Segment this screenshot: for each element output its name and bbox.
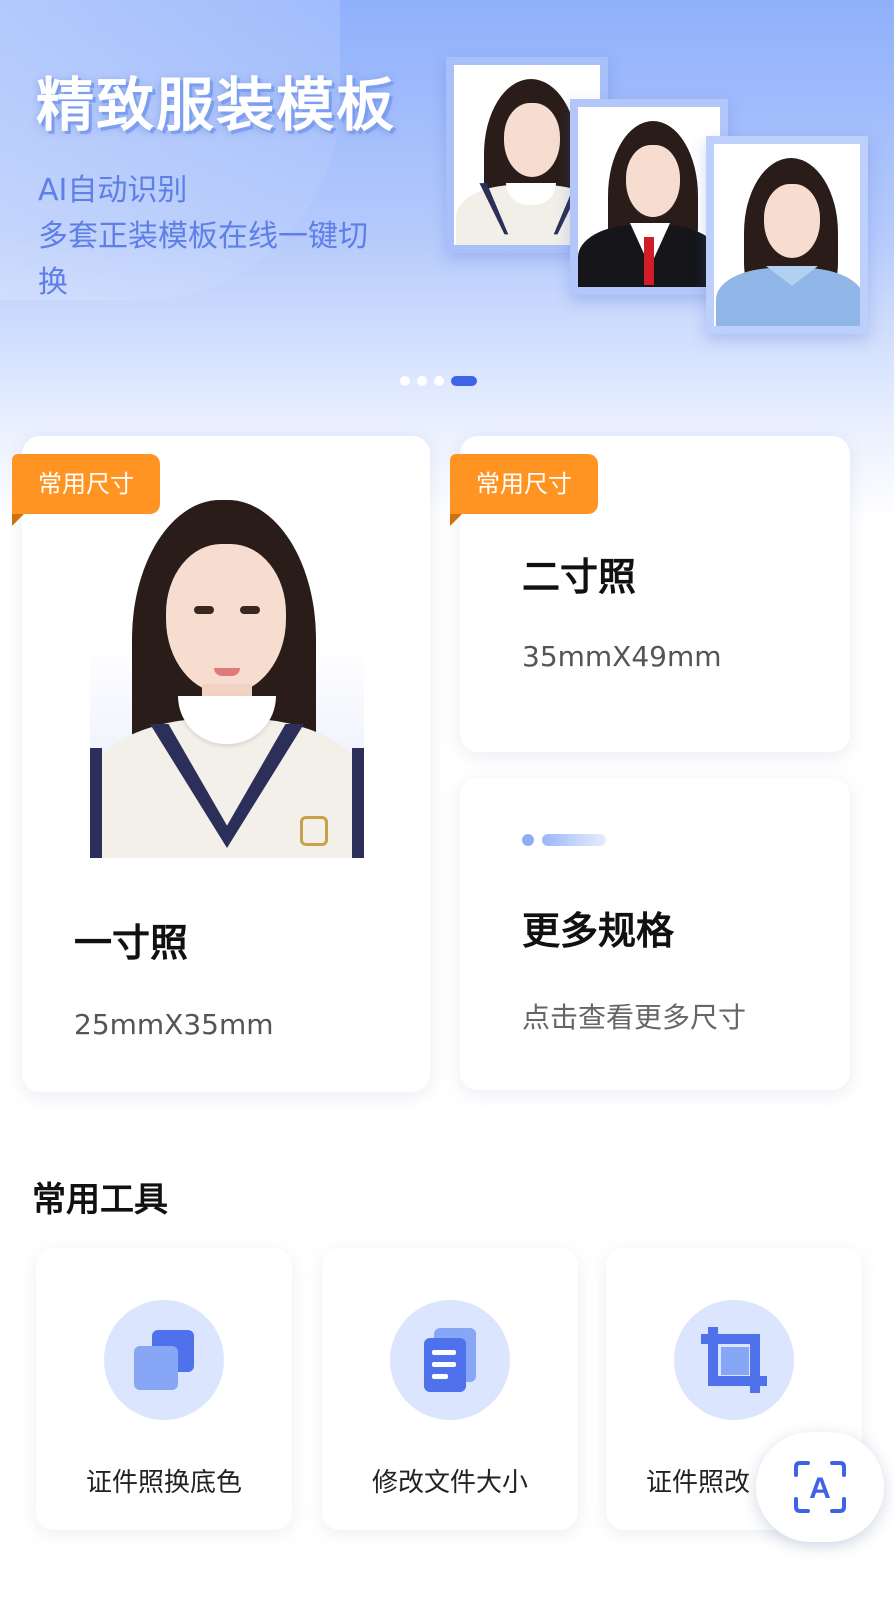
more-sizes-subtitle: 点击查看更多尺寸 bbox=[522, 1001, 747, 1034]
carousel-dot-active[interactable] bbox=[451, 376, 477, 386]
scan-glyph: A bbox=[809, 1472, 831, 1505]
more-sizes-title: 更多规格 bbox=[522, 909, 675, 953]
carousel-dot[interactable] bbox=[400, 376, 410, 386]
common-size-badge: 常用尺寸 bbox=[12, 454, 160, 526]
decorative-bars bbox=[522, 834, 606, 846]
document-icon bbox=[390, 1300, 510, 1420]
crop-icon bbox=[674, 1300, 794, 1420]
sample-photo-blue-shirt bbox=[706, 136, 868, 334]
common-size-badge: 常用尺寸 bbox=[450, 454, 598, 526]
two-inch-size: 35mmX49mm bbox=[522, 640, 722, 673]
carousel-dot[interactable] bbox=[434, 376, 444, 386]
banner-subtitle-line: AI自动识别 bbox=[38, 173, 188, 208]
scan-text-icon: A bbox=[794, 1461, 846, 1513]
two-inch-title: 二寸照 bbox=[522, 555, 637, 599]
tool-label: 修改文件大小 bbox=[371, 1468, 528, 1498]
banner-title: 精致服装模板 bbox=[36, 71, 397, 139]
tool-resize-file[interactable]: 修改文件大小 bbox=[322, 1248, 578, 1530]
tools-section-title: 常用工具 bbox=[32, 1180, 168, 1220]
one-inch-title: 一寸照 bbox=[74, 921, 189, 965]
sample-photo-suit bbox=[570, 99, 728, 295]
tool-change-background[interactable]: 证件照换底色 bbox=[36, 1248, 292, 1530]
scan-text-fab[interactable]: A bbox=[756, 1432, 884, 1542]
carousel-indicator[interactable] bbox=[400, 376, 477, 386]
banner-subtitle-line: 多套正装模板在线一键切 bbox=[38, 219, 368, 254]
banner-subtitle-line: 换 bbox=[38, 265, 68, 300]
tool-label: 证件照换底色 bbox=[85, 1468, 242, 1498]
carousel-dot[interactable] bbox=[417, 376, 427, 386]
one-inch-size: 25mmX35mm bbox=[74, 1008, 274, 1041]
banner-subtitle: AI自动识别 多套正装模板在线一键切 换 bbox=[38, 168, 438, 306]
one-inch-sample-photo bbox=[90, 498, 364, 858]
layers-icon bbox=[104, 1300, 224, 1420]
banner-carousel[interactable]: 精致服装模板 AI自动识别 多套正装模板在线一键切 换 bbox=[0, 0, 894, 400]
